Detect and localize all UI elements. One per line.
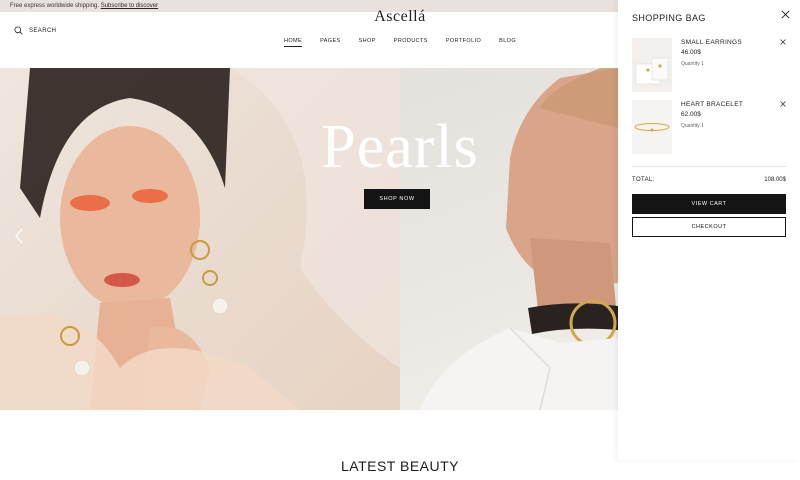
search-icon bbox=[14, 26, 23, 35]
nav-shop[interactable]: SHOP bbox=[359, 38, 376, 47]
section-title: LATEST BEAUTY bbox=[340, 458, 459, 474]
nav-home[interactable]: HOME bbox=[283, 38, 303, 47]
checkout-button[interactable]: CHECKOUT bbox=[632, 217, 786, 237]
total-label: TOTAL: bbox=[632, 177, 655, 183]
chevron-left-icon[interactable] bbox=[14, 228, 24, 244]
close-icon[interactable] bbox=[781, 10, 790, 19]
total-value: 108.00$ bbox=[764, 177, 786, 183]
item-price: 46.00$ bbox=[681, 49, 701, 56]
remove-icon[interactable] bbox=[780, 39, 786, 45]
bag-item: SMALL EARRINGS 46.00$ Quantity 1 bbox=[632, 38, 786, 92]
nav-products[interactable]: PRODUCTS bbox=[394, 38, 428, 47]
item-name[interactable]: HEART BRACELET bbox=[681, 101, 743, 108]
item-quantity: Quantity 1 bbox=[681, 61, 704, 67]
view-cart-button[interactable]: VIEW CART bbox=[632, 194, 786, 214]
item-price: 62.00$ bbox=[681, 111, 701, 118]
nav-blog[interactable]: BLOG bbox=[499, 38, 516, 47]
bag-title: SHOPPING BAG bbox=[632, 13, 706, 23]
earrings-image bbox=[632, 38, 672, 92]
shop-now-button[interactable]: SHOP NOW bbox=[364, 189, 430, 209]
search-label: SEARCH bbox=[29, 27, 57, 34]
product-thumbnail[interactable] bbox=[632, 100, 672, 154]
nav-portfolio[interactable]: PORTFOLIO bbox=[446, 38, 481, 47]
search-button[interactable]: SEARCH bbox=[14, 26, 56, 35]
divider bbox=[632, 166, 786, 167]
item-name[interactable]: SMALL EARRINGS bbox=[681, 39, 742, 46]
page: Free express worldwide shipping. Subscri… bbox=[0, 0, 800, 480]
bracelet-image bbox=[632, 100, 672, 154]
bag-item: HEART BRACELET 62.00$ Quantity 1 bbox=[632, 100, 786, 154]
remove-icon[interactable] bbox=[780, 101, 786, 107]
nav-pages[interactable]: PAGES bbox=[320, 38, 341, 47]
item-quantity: Quantity 1 bbox=[681, 123, 704, 129]
shopping-bag-panel: SHOPPING BAG SMALL EARRINGS 46.00$ Quant… bbox=[618, 0, 800, 460]
product-thumbnail[interactable] bbox=[632, 38, 672, 92]
